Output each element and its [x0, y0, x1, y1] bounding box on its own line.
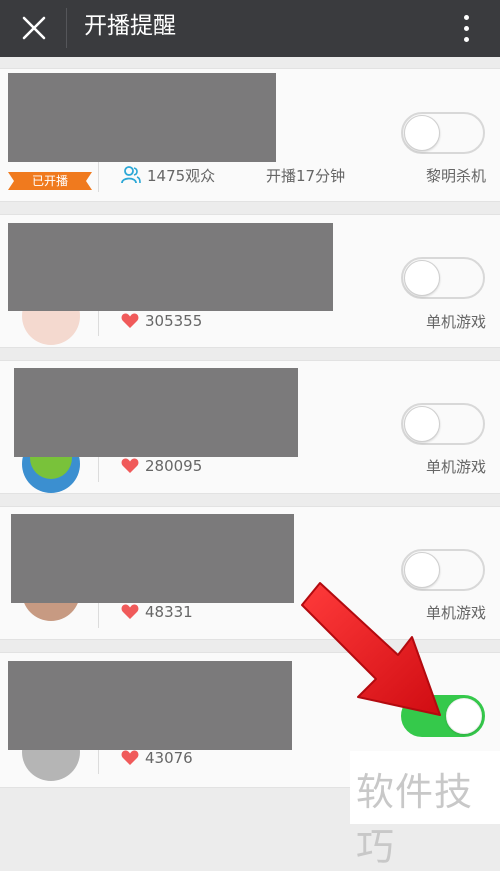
heart-icon — [121, 750, 139, 765]
like-count: 48331 — [121, 601, 193, 623]
page-title: 开播提醒 — [84, 13, 176, 39]
category-label: 黎明杀机 — [425, 167, 486, 185]
redacted-block — [8, 73, 276, 162]
toggle-knob — [404, 260, 440, 296]
reminder-toggle[interactable] — [401, 403, 485, 445]
live-duration: 开播17分钟 — [266, 167, 346, 185]
arrow-pointer-icon — [301, 582, 441, 716]
toggle-knob — [404, 115, 440, 151]
heart-icon — [121, 458, 139, 473]
viewers-icon — [121, 166, 141, 184]
close-button[interactable] — [14, 8, 54, 48]
reminder-toggle[interactable] — [401, 112, 485, 154]
viewer-count: 1475观众 — [121, 164, 215, 186]
like-count: 43076 — [121, 747, 193, 769]
redacted-block — [14, 368, 298, 457]
close-icon — [22, 16, 46, 40]
redacted-block — [11, 514, 294, 603]
heart-icon — [121, 604, 139, 619]
live-badge: 已开播 — [8, 172, 92, 190]
top-bar: 开播提醒 — [0, 0, 500, 57]
redacted-block — [8, 661, 292, 750]
category-label: 单机游戏 — [425, 458, 486, 476]
like-count: 305355 — [121, 310, 202, 332]
like-count: 280095 — [121, 455, 202, 477]
watermark: 软件技巧 — [350, 751, 500, 869]
toggle-knob — [446, 698, 482, 734]
heart-icon — [121, 313, 139, 328]
category-label: 单机游戏 — [425, 313, 486, 331]
more-vertical-icon — [463, 14, 469, 20]
toggle-knob — [404, 406, 440, 442]
row-divider — [98, 158, 99, 192]
more-menu-button[interactable] — [452, 8, 480, 48]
reminder-toggle[interactable] — [401, 257, 485, 299]
redacted-block — [8, 223, 333, 311]
header-divider — [66, 8, 67, 48]
